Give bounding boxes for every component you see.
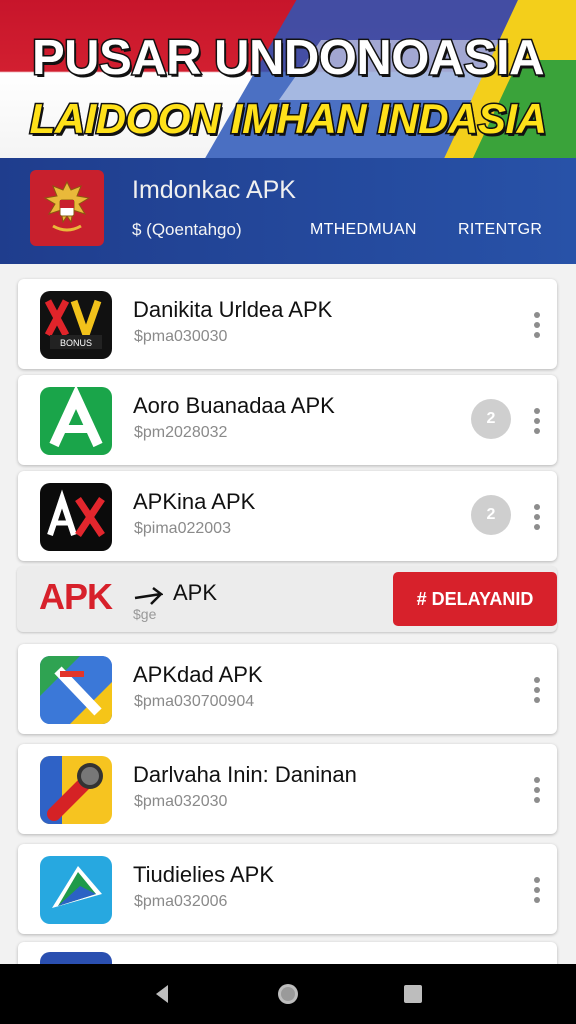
app-list-item[interactable]: BONUS Danikita Urldea APK $pma030030 xyxy=(18,279,557,369)
home-icon[interactable] xyxy=(268,974,308,1014)
app-meta: $pma032030 xyxy=(134,793,228,810)
app-list-item[interactable]: Aoro Buanadaa APK $pm2028032 2 xyxy=(18,375,557,465)
more-options-icon[interactable] xyxy=(533,777,541,803)
ax-logo-icon xyxy=(40,483,112,551)
app-name: Tiudielies APK xyxy=(133,862,275,887)
app-meta: $pma032006 xyxy=(134,893,228,910)
more-options-icon[interactable] xyxy=(533,877,541,903)
recents-icon[interactable] xyxy=(393,974,433,1014)
more-options-icon[interactable] xyxy=(533,504,541,530)
app-list-item[interactable]: Tiudielies APK $pma032006 xyxy=(18,844,557,934)
header-tab-1[interactable]: MTHEDMUAN xyxy=(310,221,417,239)
banner-subtitle: LAIDOON IMHAN INDASIA xyxy=(28,94,548,144)
more-options-icon[interactable] xyxy=(533,312,541,338)
header-title: Imdonkac APK xyxy=(132,176,296,204)
promo-banner: PUSAR UNDONOASIA LAIDOON IMHAN INDASIA xyxy=(0,0,576,158)
app-list-item[interactable]: APKina APK $pima022003 2 xyxy=(18,471,557,561)
green-a-icon xyxy=(40,387,112,455)
header-filter-link[interactable]: $ (Qoentahgo) xyxy=(132,220,242,240)
header-tab-2[interactable]: RITENTGR xyxy=(458,221,542,239)
delayanid-button[interactable]: # DELAYANID xyxy=(393,572,557,626)
garuda-emblem-icon xyxy=(30,170,104,246)
status-badge: 2 xyxy=(471,495,511,535)
app-meta: $pma030700904 xyxy=(134,693,255,710)
game-logo-icon: BONUS xyxy=(40,291,112,359)
banner-title: PUSAR UNDONOASIA xyxy=(31,30,546,87)
microphone-icon xyxy=(40,756,112,824)
back-icon[interactable] xyxy=(143,974,183,1014)
app-name: Darlvaha Inin: Daninan xyxy=(133,762,357,787)
app-name: Danikita Urldea APK xyxy=(133,297,333,322)
navigation-arrow-icon xyxy=(40,856,112,924)
app-list-item[interactable]: Darlvaha Inin: Daninan $pma032030 xyxy=(18,744,557,834)
app-list-item[interactable]: APKdad APK $pma030700904 xyxy=(18,644,557,734)
more-options-icon[interactable] xyxy=(533,677,541,703)
maps-style-icon xyxy=(40,656,112,724)
app-header: Imdonkac APK $ (Qoentahgo) MTHEDMUAN RIT… xyxy=(0,158,576,264)
system-nav-bar xyxy=(0,964,576,1024)
status-badge: 2 xyxy=(471,399,511,439)
featured-row[interactable]: APK APK $ge # DELAYANID xyxy=(17,566,557,632)
featured-logo: APK xyxy=(39,576,113,617)
svg-text:BONUS: BONUS xyxy=(60,338,92,348)
app-meta: $pma030030 xyxy=(134,328,228,345)
more-options-icon[interactable] xyxy=(533,408,541,434)
featured-meta: $ge xyxy=(133,606,157,622)
app-screen: PUSAR UNDONOASIA LAIDOON IMHAN INDASIA I… xyxy=(0,0,576,1024)
app-meta: $pima022003 xyxy=(134,520,231,537)
app-name: APKina APK xyxy=(133,489,256,514)
app-name: APKdad APK xyxy=(133,662,263,687)
featured-name: APK xyxy=(173,580,218,605)
app-name: Aoro Buanadaa APK xyxy=(133,393,335,418)
app-meta: $pm2028032 xyxy=(134,424,228,441)
